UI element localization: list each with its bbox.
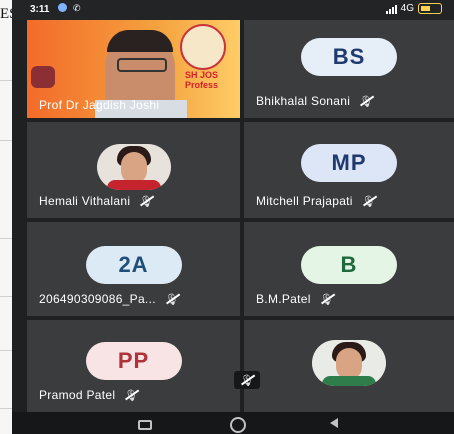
speaker-glasses <box>117 58 167 72</box>
banner-text: SH JOS Profess <box>185 70 219 90</box>
avatar: 2A <box>85 246 182 284</box>
participant-name: Prof Dr Jagdish Joshi <box>39 98 160 112</box>
status-right: 4G <box>385 3 442 14</box>
participant-tile-pp[interactable]: PP Pramod Patel <box>27 320 240 412</box>
avatar-photo <box>312 340 386 386</box>
participant-name: B.M.Patel <box>256 292 335 306</box>
status-bar: 3:11 ✆ 4G <box>12 0 454 20</box>
avatar-photo <box>96 144 171 190</box>
muted-mic-icon <box>358 94 374 108</box>
recents-icon[interactable] <box>138 420 152 430</box>
participant-name: Bhikhalal Sonani <box>256 94 374 108</box>
muted-mic-icon <box>361 194 377 208</box>
participant-tile-b[interactable]: B B.M.Patel <box>244 222 454 316</box>
photo-body <box>106 180 161 190</box>
participant-name: Hemali Vithalani <box>39 194 154 208</box>
android-nav-bar <box>12 412 454 434</box>
participant-name: Pramod Patel <box>39 388 139 402</box>
status-notifications: ✆ <box>58 3 81 14</box>
divider <box>0 80 12 81</box>
mic-glyph <box>239 373 255 387</box>
muted-mic-icon[interactable] <box>234 371 260 389</box>
battery-icon <box>418 3 442 14</box>
divider <box>0 296 12 297</box>
avatar: B <box>301 246 397 284</box>
participant-tile-bs[interactable]: BS Bhikhalal Sonani <box>244 20 454 118</box>
avatar: PP <box>85 342 182 380</box>
meeting-screen: 3:11 ✆ 4G SH JOS Profess Prof Dr Jagdish … <box>12 0 454 434</box>
muted-mic-icon <box>138 194 154 208</box>
divider <box>0 350 12 351</box>
status-time: 3:11 <box>30 4 50 15</box>
participant-tile-mp[interactable]: MP Mitchell Prajapati <box>244 122 454 218</box>
back-icon[interactable] <box>330 418 338 428</box>
participant-tile-hemali[interactable]: Hemali Vithalani <box>27 122 240 218</box>
muted-mic-icon <box>123 388 139 402</box>
meet-icon <box>58 3 67 12</box>
divider <box>0 408 12 409</box>
video-thumbnail <box>31 66 55 88</box>
divider <box>0 238 12 239</box>
participant-tile-2a[interactable]: 2A 206490309086_Pa... <box>27 222 240 316</box>
avatar: BS <box>301 38 397 76</box>
institution-logo <box>180 24 226 70</box>
signal-icon <box>385 4 397 14</box>
muted-mic-icon <box>164 292 180 306</box>
home-icon[interactable] <box>230 417 246 433</box>
participant-name: 206490309086_Pa... <box>39 292 180 306</box>
participant-tile-photo[interactable] <box>244 320 454 412</box>
speaker-hair-top <box>107 30 173 52</box>
participant-tile-speaker[interactable]: SH JOS Profess Prof Dr Jagdish Joshi <box>27 20 240 118</box>
avatar: MP <box>301 144 397 182</box>
participant-name: Mitchell Prajapati <box>256 194 377 208</box>
muted-mic-icon <box>319 292 335 306</box>
network-label: 4G <box>400 3 414 14</box>
divider <box>0 140 12 141</box>
photo-body <box>322 376 376 386</box>
phone-icon: ✆ <box>73 3 81 13</box>
